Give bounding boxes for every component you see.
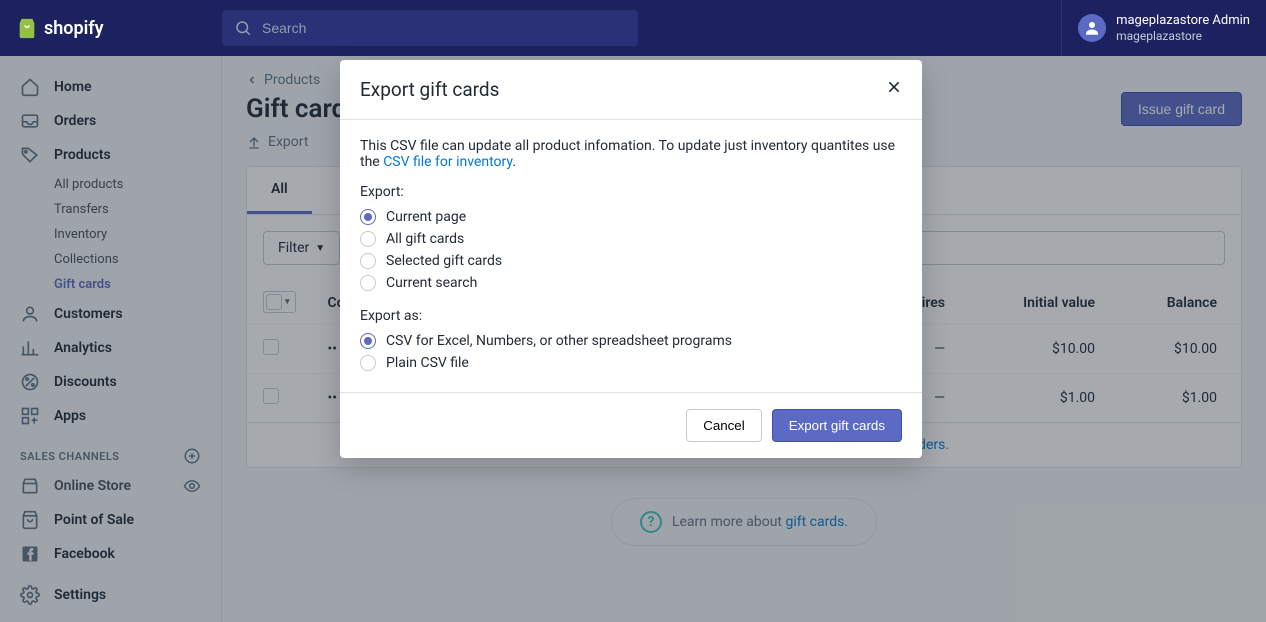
modal-title: Export gift cards xyxy=(360,78,499,101)
search-icon xyxy=(234,19,252,37)
radio-icon xyxy=(360,355,376,371)
global-search[interactable] xyxy=(222,10,638,46)
search-input[interactable] xyxy=(262,20,626,36)
radio-label: CSV for Excel, Numbers, or other spreads… xyxy=(386,333,732,349)
radio-plain-csv[interactable]: Plain CSV file xyxy=(360,352,902,374)
cancel-button[interactable]: Cancel xyxy=(686,409,762,442)
radio-icon xyxy=(360,253,376,269)
radio-selected-gift-cards[interactable]: Selected gift cards xyxy=(360,250,902,272)
radio-all-gift-cards[interactable]: All gift cards xyxy=(360,228,902,250)
top-header: shopify mageplazastore Admin mageplazast… xyxy=(0,0,1266,56)
radio-label: Plain CSV file xyxy=(386,355,469,371)
radio-icon xyxy=(360,231,376,247)
radio-icon xyxy=(360,209,376,225)
store-name: mageplazastore xyxy=(1116,29,1250,43)
close-button[interactable] xyxy=(886,78,902,101)
user-menu[interactable]: mageplazastore Admin mageplazastore xyxy=(1061,0,1250,56)
radio-icon xyxy=(360,333,376,349)
radio-label: Current page xyxy=(386,209,466,225)
export-submit-button[interactable]: Export gift cards xyxy=(772,409,902,442)
csv-inventory-link[interactable]: CSV file for inventory xyxy=(383,154,512,170)
export-modal: Export gift cards This CSV file can upda… xyxy=(340,60,922,458)
radio-current-page[interactable]: Current page xyxy=(360,206,902,228)
brand-text: shopify xyxy=(44,18,104,39)
brand-logo[interactable]: shopify xyxy=(16,16,206,40)
modal-description: This CSV file can update all product inf… xyxy=(360,138,902,170)
radio-label: Current search xyxy=(386,275,477,291)
radio-csv-excel[interactable]: CSV for Excel, Numbers, or other spreads… xyxy=(360,330,902,352)
person-icon xyxy=(1083,19,1101,37)
close-icon xyxy=(886,79,902,95)
user-name: mageplazastore Admin xyxy=(1116,13,1250,29)
export-scope-label: Export: xyxy=(360,184,902,200)
shopify-bag-icon xyxy=(16,16,38,40)
period: . xyxy=(512,154,516,170)
radio-label: All gift cards xyxy=(386,231,464,247)
radio-label: Selected gift cards xyxy=(386,253,502,269)
avatar xyxy=(1078,14,1106,42)
radio-current-search[interactable]: Current search xyxy=(360,272,902,294)
export-format-label: Export as: xyxy=(360,308,902,324)
radio-icon xyxy=(360,275,376,291)
